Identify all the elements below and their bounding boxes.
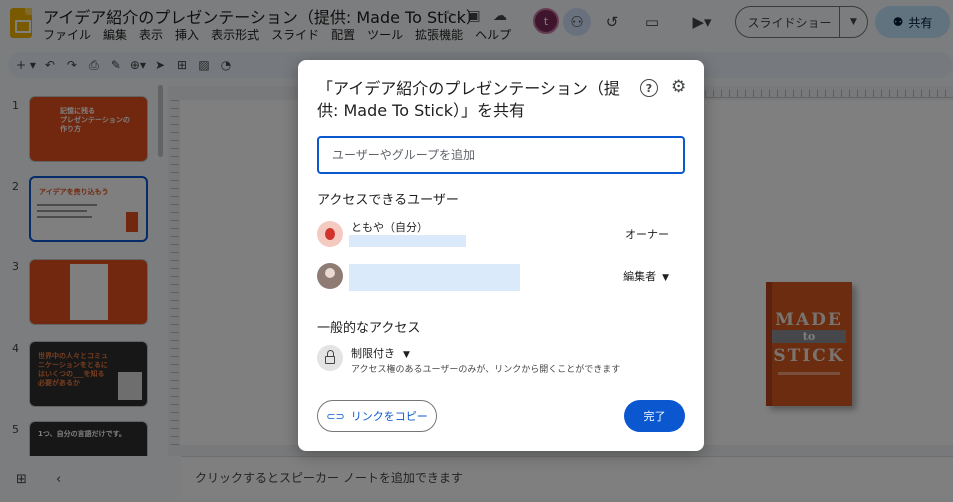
- caret-down-icon: ▼: [403, 350, 410, 360]
- restriction-description: アクセス権のあるユーザーのみが、リンクから開くことができます: [351, 365, 621, 375]
- general-access-heading: 一般的なアクセス: [317, 321, 421, 336]
- redacted-user-info: [349, 264, 520, 291]
- role-label: 編集者: [623, 270, 657, 283]
- redacted-email: [349, 235, 466, 247]
- editor-role-dropdown[interactable]: 編集者 ▼: [623, 268, 669, 284]
- restriction-dropdown[interactable]: 制限付き ▼: [351, 345, 410, 361]
- copy-link-label: リンクをコピー: [350, 410, 428, 423]
- caret-down-icon: ▼: [662, 273, 669, 283]
- done-button[interactable]: 完了: [624, 400, 685, 432]
- restriction-label: 制限付き: [351, 347, 395, 360]
- avatar: [317, 263, 343, 289]
- add-people-input[interactable]: [317, 136, 685, 174]
- copy-link-button[interactable]: ⊂⊃ リンクをコピー: [317, 400, 437, 432]
- owner-role-label: オーナー: [625, 228, 669, 241]
- help-icon[interactable]: ?: [640, 79, 658, 97]
- people-with-access-heading: アクセスできるユーザー: [317, 193, 459, 208]
- user-name: ともや（自分）: [351, 221, 428, 234]
- user-row[interactable]: ともや（自分） オーナー: [317, 219, 685, 249]
- lock-icon: [317, 345, 343, 371]
- user-row[interactable]: 編集者 ▼: [317, 261, 685, 291]
- link-icon: ⊂⊃: [326, 409, 345, 423]
- share-dialog: 「アイデア紹介のプレゼンテーション（提供: Made To Stick）」を共有…: [298, 60, 704, 451]
- gear-icon[interactable]: ⚙: [671, 77, 686, 97]
- dialog-title: 「アイデア紹介のプレゼンテーション（提供: Made To Stick）」を共有: [317, 79, 620, 120]
- avatar: [317, 221, 343, 247]
